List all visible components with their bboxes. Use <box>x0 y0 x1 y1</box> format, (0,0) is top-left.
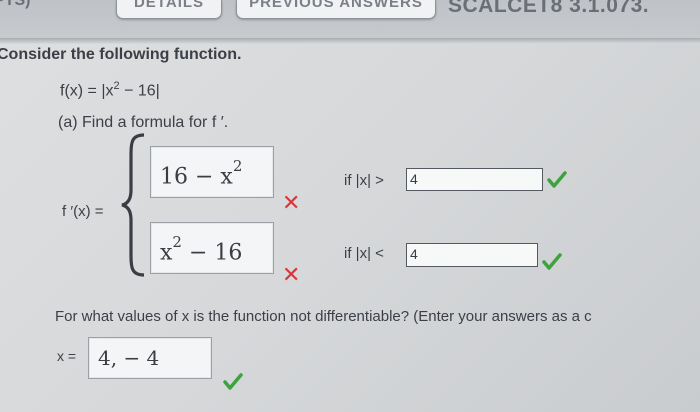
details-button[interactable]: DETAILS <box>116 0 222 19</box>
case2-bound-input[interactable]: 4 <box>406 243 538 267</box>
case1-x-mark-icon: ✕ <box>282 190 301 215</box>
case1-bound-input[interactable]: 4 <box>406 168 543 191</box>
case1-condition: if |x| > <box>344 172 384 189</box>
part-b-lhs: x = <box>57 348 77 364</box>
question-prompt: Consider the following function. <box>0 46 242 63</box>
case1-checkmark-icon <box>547 171 567 188</box>
previous-answers-button[interactable]: PREVIOUS ANSWERS <box>236 0 436 19</box>
part-b-answer-box[interactable]: 4, − 4 <box>88 337 212 379</box>
divider <box>0 38 700 44</box>
derivative-lhs: f ′(x) = <box>62 203 104 220</box>
case2-checkmark-icon <box>542 253 562 270</box>
part-b-question: For what values of x is the function not… <box>55 308 592 325</box>
part-b-checkmark-icon <box>223 373 243 390</box>
part-a-label: (a) Find a formula for f ′. <box>58 114 229 131</box>
problem-id: SCALCET8 3.1.073. <box>448 0 650 17</box>
function-definition: f(x) = |x2 − 16| <box>60 80 160 100</box>
case2-condition: if |x| < <box>344 245 384 262</box>
case1-answer-box[interactable]: 16 − x2 <box>150 146 274 198</box>
points-label: PTS) <box>0 0 31 9</box>
case2-answer-box[interactable]: x2 − 16 <box>150 222 274 274</box>
left-brace-icon <box>121 133 145 277</box>
case2-x-mark-icon: ✕ <box>282 262 301 287</box>
